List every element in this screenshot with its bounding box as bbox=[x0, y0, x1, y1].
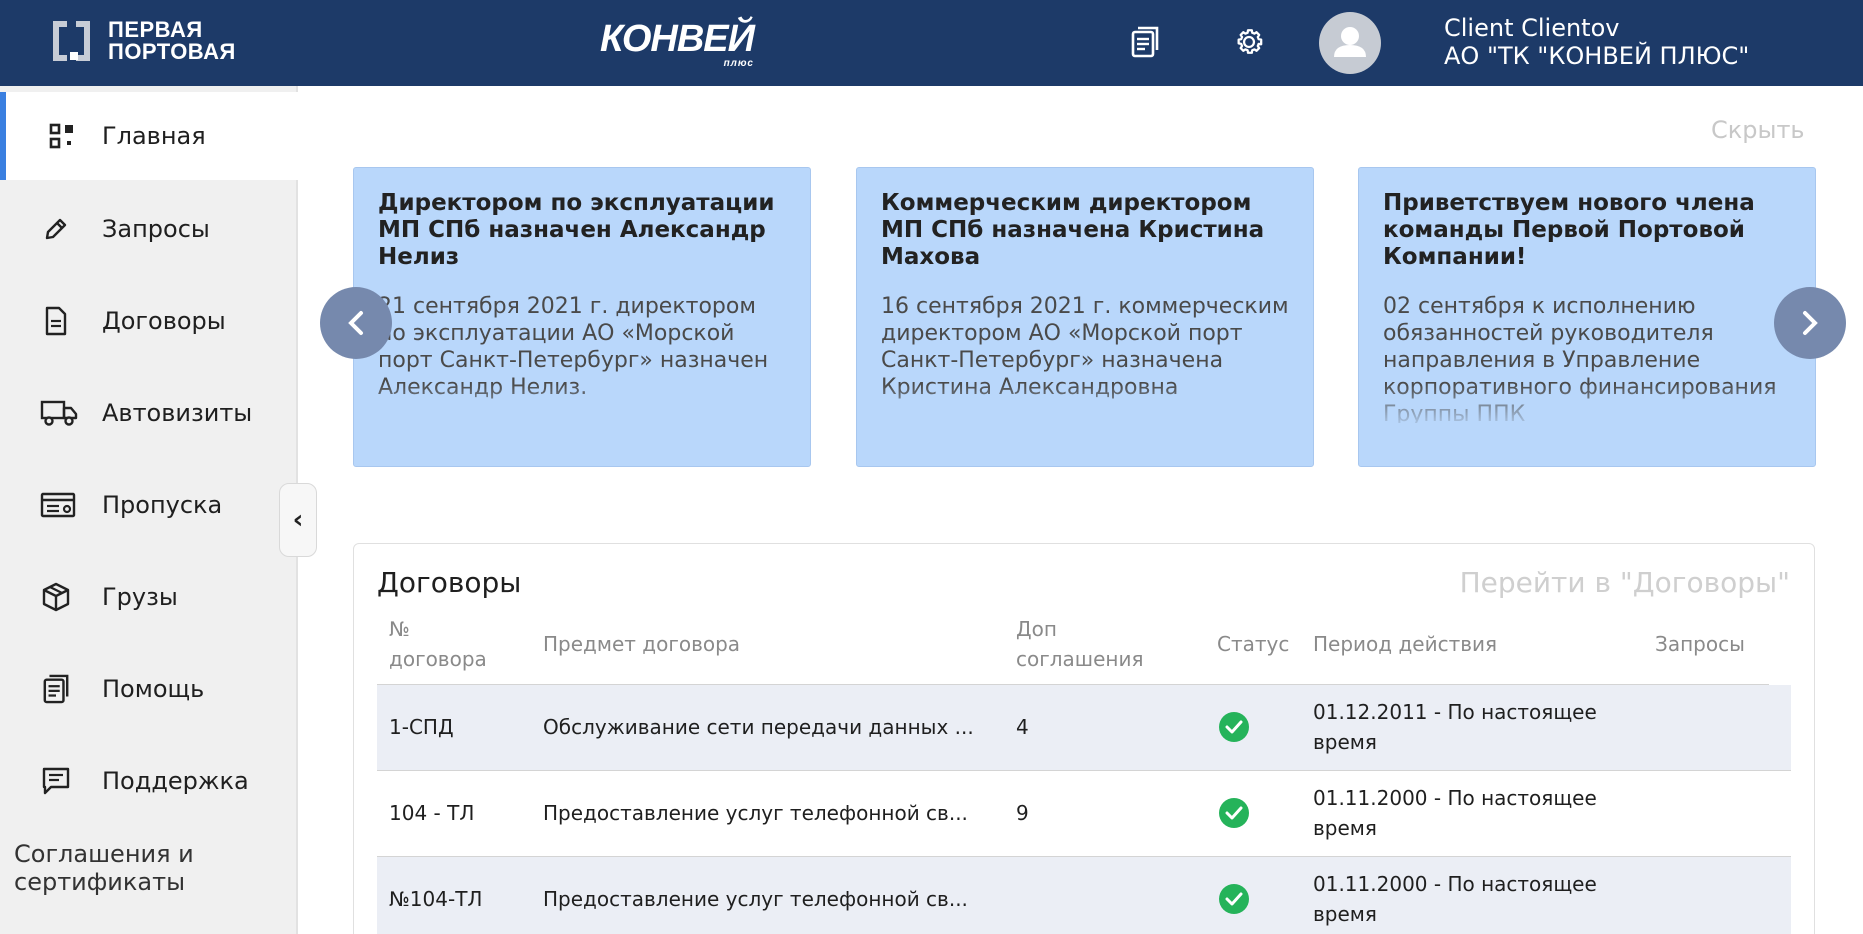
pencil-icon bbox=[40, 213, 72, 245]
sidebar-item-contracts[interactable]: Договоры bbox=[0, 281, 298, 361]
news-card[interactable]: Приветствуем нового члена команды Первой… bbox=[1358, 167, 1816, 467]
konvei-logo-text: КОНВЕЙ bbox=[600, 18, 755, 60]
cell-period-line1: 01.11.2000 - По настоящее bbox=[1313, 786, 1597, 810]
column-header-number-line2: договора bbox=[389, 647, 487, 671]
gear-icon[interactable] bbox=[1227, 20, 1271, 64]
status-ok-icon bbox=[1219, 884, 1249, 914]
column-header-requests[interactable]: Запросы bbox=[1655, 629, 1745, 659]
sidebar-item-label: Автовизиты bbox=[102, 399, 253, 427]
top-header: ПЕРВАЯ ПОРТОВАЯ КОНВЕЙ плюс Client Clien… bbox=[0, 0, 1863, 86]
news-card-body: 21 сентября 2021 г. директором по эксплу… bbox=[378, 294, 769, 400]
news-card-body: 16 сентября 2021 г. коммерческим директо… bbox=[881, 294, 1289, 400]
konvei-plus-logo: КОНВЕЙ плюс bbox=[600, 18, 755, 69]
help-book-icon bbox=[40, 673, 72, 705]
sidebar-item-home[interactable]: Главная bbox=[0, 92, 298, 180]
cube-icon bbox=[40, 581, 72, 613]
cell-addenda: 4 bbox=[1016, 715, 1029, 739]
pass-card-icon bbox=[40, 489, 76, 521]
document-icon bbox=[40, 305, 72, 337]
cell-subject: Обслуживание сети передачи данных ... bbox=[543, 715, 974, 739]
cell-period: 01.11.2000 - По настоящее время bbox=[1313, 783, 1597, 843]
news-card-title: Директором по эксплуатации МП СПб назнач… bbox=[378, 190, 775, 270]
table-row[interactable]: 1-СПД Обслуживание сети передачи данных … bbox=[377, 685, 1791, 771]
sidebar: Главная Запросы Договоры Автовизиты Проп… bbox=[0, 86, 298, 934]
user-avatar[interactable] bbox=[1319, 12, 1381, 74]
logo-line-1: ПЕРВАЯ bbox=[108, 17, 203, 42]
sidebar-collapse-button[interactable]: ‹ bbox=[279, 483, 317, 557]
cell-number: 1-СПД bbox=[389, 715, 454, 739]
column-header-subject[interactable]: Предмет договора bbox=[543, 629, 740, 659]
logo-line-2: ПОРТОВАЯ bbox=[108, 39, 236, 64]
cell-subject: Предоставление услуг телефонной св... bbox=[543, 801, 968, 825]
sidebar-item-label: Грузы bbox=[102, 583, 178, 611]
sidebar-item-label: Поддержка bbox=[102, 767, 249, 795]
dashboard-icon bbox=[46, 120, 78, 152]
konvei-logo-sub: плюс bbox=[723, 58, 754, 69]
truck-icon bbox=[40, 397, 78, 429]
status-ok-icon bbox=[1219, 798, 1249, 828]
ppk-logo-mark-icon bbox=[50, 18, 100, 64]
news-card-title: Приветствуем нового члена команды Первой… bbox=[1383, 190, 1755, 270]
sidebar-item-autovisits[interactable]: Автовизиты bbox=[0, 373, 298, 453]
column-header-period[interactable]: Период действия bbox=[1313, 629, 1497, 659]
sidebar-item-label: Запросы bbox=[102, 215, 210, 243]
chat-icon bbox=[40, 765, 72, 797]
chevron-left-icon bbox=[348, 311, 363, 335]
news-card[interactable]: Директором по эксплуатации МП СПб назнач… bbox=[353, 167, 811, 467]
news-card-body: 02 сентября к исполнению обязанностей ру… bbox=[1383, 294, 1777, 423]
cell-period-line1: 01.11.2000 - По настоящее bbox=[1313, 872, 1597, 896]
news-card-title: Коммерческим директором МП СПб назначена… bbox=[881, 190, 1265, 270]
carousel-next-button[interactable] bbox=[1774, 287, 1846, 359]
pervaya-portovaya-logo[interactable]: ПЕРВАЯ ПОРТОВАЯ bbox=[50, 18, 236, 64]
sidebar-item-label: Договоры bbox=[102, 307, 226, 335]
cell-subject: Предоставление услуг телефонной св... bbox=[543, 887, 968, 911]
agreements-line-1: Соглашения и bbox=[14, 840, 194, 868]
sidebar-item-agreements[interactable]: Соглашения и сертификаты bbox=[14, 840, 194, 896]
column-header-number[interactable]: № договора bbox=[389, 614, 487, 674]
sidebar-item-requests[interactable]: Запросы bbox=[0, 189, 298, 269]
contracts-title: Договоры bbox=[377, 566, 522, 599]
column-header-number-line1: № bbox=[389, 617, 410, 641]
cell-period: 01.12.2011 - По настоящее время bbox=[1313, 697, 1597, 757]
cell-period: 01.11.2000 - По настоящее время bbox=[1313, 869, 1597, 929]
sidebar-item-cargo[interactable]: Грузы bbox=[0, 557, 298, 637]
column-header-status[interactable]: Статус bbox=[1217, 629, 1289, 659]
hide-news-link[interactable]: Скрыть bbox=[1711, 116, 1805, 144]
help-book-icon[interactable] bbox=[1123, 20, 1167, 64]
user-silhouette-icon bbox=[1334, 27, 1366, 57]
chevron-right-icon bbox=[1803, 311, 1818, 335]
news-card[interactable]: Коммерческим директором МП СПб назначена… bbox=[856, 167, 1314, 467]
agreements-line-2: сертификаты bbox=[14, 868, 186, 896]
table-row[interactable]: №104-ТЛ Предоставление услуг телефонной … bbox=[377, 857, 1791, 934]
user-company: АО "ТК "КОНВЕЙ ПЛЮС" bbox=[1444, 42, 1750, 70]
sidebar-item-label: Помощь bbox=[102, 675, 205, 703]
carousel-prev-button[interactable] bbox=[320, 287, 392, 359]
sidebar-item-support[interactable]: Поддержка bbox=[0, 741, 298, 821]
column-header-addenda[interactable]: Доп соглашения bbox=[1016, 614, 1144, 674]
contracts-panel: Договоры Перейти в "Договоры" № договора… bbox=[353, 543, 1815, 934]
sidebar-item-passes[interactable]: Пропуска bbox=[0, 465, 298, 545]
cell-number: №104-ТЛ bbox=[389, 887, 483, 911]
column-header-addenda-line2: соглашения bbox=[1016, 647, 1144, 671]
status-ok-icon bbox=[1219, 712, 1249, 742]
go-to-contracts-link[interactable]: Перейти в "Договоры" bbox=[1460, 566, 1790, 599]
table-row[interactable]: 104 - ТЛ Предоставление услуг телефонной… bbox=[377, 771, 1791, 857]
cell-period-line2: время bbox=[1313, 730, 1377, 754]
sidebar-item-label: Пропуска bbox=[102, 491, 223, 519]
user-name: Client Clientov bbox=[1444, 14, 1620, 42]
cell-period-line2: время bbox=[1313, 902, 1377, 926]
cell-period-line2: время bbox=[1313, 816, 1377, 840]
cell-number: 104 - ТЛ bbox=[389, 801, 475, 825]
column-header-addenda-line1: Доп bbox=[1016, 617, 1057, 641]
sidebar-item-label: Главная bbox=[102, 122, 206, 150]
cell-addenda: 9 bbox=[1016, 801, 1029, 825]
user-info[interactable]: Client Clientov АО "ТК "КОНВЕЙ ПЛЮС" bbox=[1444, 14, 1749, 70]
cell-period-line1: 01.12.2011 - По настоящее bbox=[1313, 700, 1597, 724]
sidebar-item-help[interactable]: Помощь bbox=[0, 649, 298, 729]
